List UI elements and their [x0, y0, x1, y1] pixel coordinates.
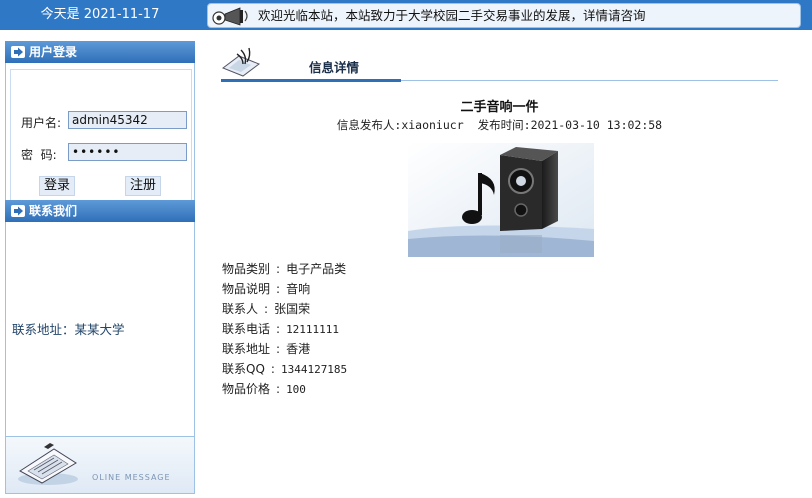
item-detail-label: 物品说明 — [222, 282, 271, 296]
contact-body: 联系地址：某某大学 — [5, 222, 195, 456]
item-detail-value: 电子产品类 — [286, 262, 347, 276]
contact-panel-title: 联系我们 — [29, 204, 78, 218]
login-panel-header: 用户登录 — [5, 41, 195, 63]
item-title: 二手音响一件 — [460, 100, 539, 115]
item-detail-row: 物品价格:100 — [222, 380, 306, 397]
item-detail-label: 联系电话 — [222, 322, 271, 336]
publisher-name: xiaoniucr — [401, 118, 464, 132]
login-form: 用户名: 密 码: 登录 注册 — [5, 63, 195, 217]
arrow-right-icon — [11, 205, 25, 217]
item-detail-row: 联系人: 张国荣 — [222, 300, 310, 317]
item-image — [408, 143, 594, 257]
register-button[interactable]: 注册 — [125, 176, 162, 196]
header-divider — [401, 80, 778, 81]
item-detail-separator: : — [270, 362, 275, 376]
login-button[interactable]: 登录 — [39, 176, 76, 196]
contact-address: 联系地址：某某大学 — [12, 322, 125, 337]
item-detail-value: 张国荣 — [274, 302, 311, 316]
item-detail-label: 物品类别 — [222, 262, 271, 276]
announcement-marquee: 欢迎光临本站，本站致力于大学校园二手交易事业的发展，详情请咨询 — [207, 3, 801, 28]
decor-icon — [221, 47, 261, 77]
item-detail-value: 音响 — [286, 282, 311, 296]
password-label: 密 码: — [21, 148, 57, 162]
message-icon — [18, 443, 78, 485]
item-detail-value: 100 — [286, 383, 306, 396]
item-detail-label: 联系QQ — [222, 362, 265, 376]
item-detail-row: 联系电话:12111111 — [222, 320, 339, 337]
item-detail-value: 12111111 — [286, 323, 340, 336]
password-field[interactable] — [68, 143, 187, 161]
item-detail-value: 1344127185 — [280, 363, 348, 376]
item-detail-row: 物品说明: 音响 — [222, 280, 310, 297]
item-detail-separator: : — [264, 302, 269, 316]
message-label: OLINE MESSAGE — [92, 473, 171, 482]
publish-time: 2021-03-10 13:02:58 — [530, 118, 663, 132]
item-detail-separator: : — [276, 262, 281, 276]
publisher-label: 信息发布人: — [336, 118, 402, 132]
megaphone-icon — [212, 7, 248, 26]
item-detail-label: 物品价格 — [222, 382, 271, 396]
top-bar: 今天是 2021-11-17 欢迎光临本站，本站致力于大学校园二手交易事业的发展… — [0, 0, 812, 30]
section-title: 信息详情 — [309, 60, 360, 75]
item-detail-row: 联系QQ:1344127185 — [222, 360, 347, 377]
item-detail-separator: : — [276, 322, 281, 336]
item-detail-separator: : — [276, 342, 281, 356]
item-detail-row: 联系地址: 香港 — [222, 340, 310, 357]
item-detail-separator: : — [276, 382, 281, 396]
announcement-text: 欢迎光临本站，本站致力于大学校园二手交易事业的发展，详情请咨询 — [258, 8, 646, 23]
item-detail-separator: : — [276, 282, 281, 296]
item-detail-label: 联系地址 — [222, 342, 271, 356]
arrow-right-icon — [11, 46, 25, 58]
detail-header: 信息详情 — [221, 44, 778, 82]
item-meta: 信息发布人:xiaoniucr 发布时间:2021-03-10 13:02:58 — [221, 117, 778, 133]
item-detail-row: 物品类别: 电子产品类 — [222, 260, 346, 277]
login-panel: 用户登录 用户名: 密 码: 登录 注册 — [5, 41, 195, 217]
contact-panel-header: 联系我们 — [5, 200, 195, 222]
header-underline — [221, 79, 401, 82]
item-detail-value: 香港 — [286, 342, 311, 356]
login-panel-title: 用户登录 — [29, 45, 78, 59]
item-detail-label: 联系人 — [222, 302, 259, 316]
contact-panel: 联系我们 联系地址：某某大学 — [5, 200, 195, 456]
login-form-frame: 用户名: 密 码: 登录 注册 — [10, 69, 192, 211]
current-date: 今天是 2021-11-17 — [40, 7, 160, 22]
username-label: 用户名: — [21, 116, 62, 130]
username-field[interactable] — [68, 111, 187, 129]
publish-time-label: 发布时间: — [477, 118, 531, 132]
online-message-link[interactable]: OLINE MESSAGE — [5, 436, 195, 494]
